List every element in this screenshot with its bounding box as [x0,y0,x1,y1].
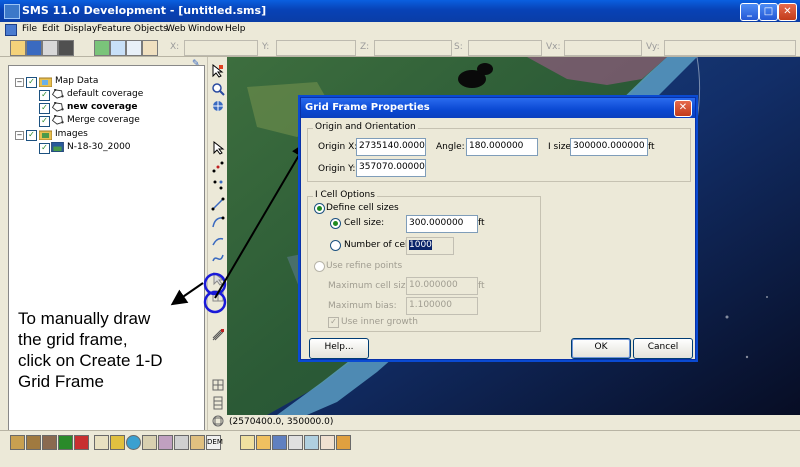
use-refine-points-label: Use refine points [326,261,403,271]
module-toolbar: DEM [0,430,800,467]
chart-icon[interactable] [272,435,287,450]
ok-button[interactable]: OK [571,338,631,359]
group-label: Origin and Orientation [313,122,418,132]
cell-size-radio[interactable] [330,218,341,229]
origin-orientation-group: Origin and Orientation Origin X: 2735140… [307,122,691,182]
quadtree-icon[interactable] [74,435,89,450]
instruction-line: Grid Frame [18,372,104,391]
cell-size-input[interactable]: 300.000000 [406,215,478,233]
fire-icon[interactable] [256,435,271,450]
origin-x-label: Origin X: [318,142,358,152]
cartesian-grid-icon[interactable] [58,435,73,450]
bulb-icon[interactable] [240,435,255,450]
define-cell-sizes-label: Define cell sizes [326,203,399,213]
cell-size-label: Cell size: [344,218,385,228]
ruler-icon[interactable] [190,435,205,450]
dialog-close-button[interactable]: ✕ [674,100,692,117]
use-inner-growth-checkbox[interactable]: ✓ [328,317,339,328]
dialog-title: Grid Frame Properties [305,102,430,113]
i-cell-options-group: I Cell Options Define cell sizes Cell si… [307,190,541,332]
max-bias-label: Maximum bias: [328,301,397,311]
particle-icon[interactable] [142,435,157,450]
instruction-line: click on Create 1-D [18,351,163,370]
mesh-module-icon[interactable] [10,435,25,450]
instruction-line: To manually draw [18,309,151,328]
lines-icon[interactable] [320,435,335,450]
number-of-cells-radio[interactable] [330,240,341,251]
grid-module-icon[interactable] [26,435,41,450]
help-button[interactable]: Help... [309,338,369,359]
max-cell-size-input[interactable]: 10.000000 [406,277,478,295]
i-size-unit: ft [648,142,655,152]
contour-icon[interactable] [304,435,319,450]
cursor-coordinates: (2570400.0, 350000.0) [229,417,334,427]
use-inner-growth-label: Use inner growth [341,317,418,327]
instruction-callout: To manually draw the grid frame, click o… [18,308,208,392]
number-of-cells-input[interactable]: 1000 [406,237,454,255]
globe-icon[interactable] [126,435,141,450]
define-cell-sizes-radio[interactable] [314,203,325,214]
cell-size-unit: ft [478,218,485,228]
number-of-cells-value: 1000 [409,240,432,250]
cancel-button[interactable]: Cancel [633,338,693,359]
curve-icon[interactable] [288,435,303,450]
grid-frame-properties-dialog: Grid Frame Properties ✕ Origin and Orien… [300,97,696,360]
callout-arrow [170,282,204,306]
max-bias-input[interactable]: 1.100000 [406,297,478,315]
scatter-module-icon[interactable] [42,435,57,450]
bar-chart-icon[interactable] [336,435,351,450]
angle-label: Angle: [436,142,465,152]
instruction-line: the grid frame, [18,330,128,349]
i-size-input[interactable]: 300000.000000 [570,138,648,156]
dem-icon[interactable]: DEM [206,435,223,450]
gis-module-icon[interactable] [110,435,125,450]
callout-arrow [214,141,308,299]
origin-x-input[interactable]: 2735140.000000 [356,138,426,156]
max-cell-size-label: Maximum cell size: [328,281,415,291]
max-cell-size-unit: ft [478,281,485,291]
origin-y-input[interactable]: 357070.000000 [356,159,426,177]
dialog-titlebar: Grid Frame Properties ✕ [301,98,695,118]
origin-y-label: Origin Y: [318,164,356,174]
raster-icon[interactable] [158,435,173,450]
angle-input[interactable]: 180.000000 [466,138,538,156]
map-module-icon[interactable] [94,435,109,450]
profile-icon[interactable] [174,435,189,450]
use-refine-points-radio[interactable] [314,261,325,272]
status-bar: (2570400.0, 350000.0) [227,415,800,429]
group-label: I Cell Options [313,190,377,200]
